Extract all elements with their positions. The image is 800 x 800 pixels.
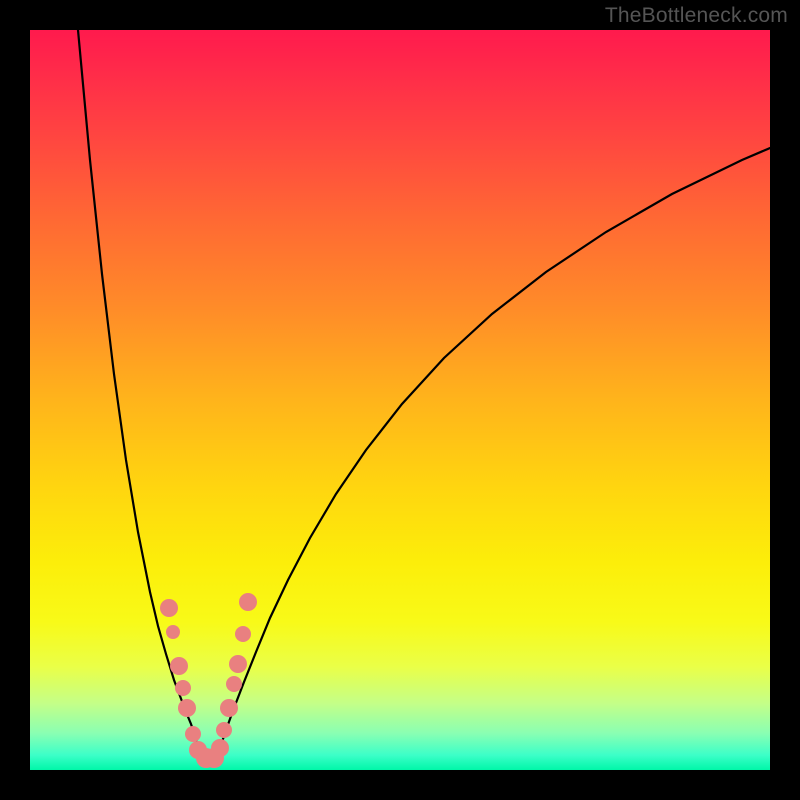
watermark-text: TheBottleneck.com <box>605 4 788 28</box>
right-curve <box>220 148 770 748</box>
chart-frame: TheBottleneck.com <box>0 0 800 800</box>
dot-0 <box>160 599 178 617</box>
dot-14 <box>235 626 251 642</box>
dot-3 <box>175 680 191 696</box>
dot-10 <box>216 722 232 738</box>
plot-area <box>30 30 770 770</box>
dot-1 <box>166 625 180 639</box>
left-curve <box>78 30 198 748</box>
dot-11 <box>220 699 238 717</box>
dot-13 <box>229 655 247 673</box>
curve-layer <box>30 30 770 770</box>
dot-2 <box>170 657 188 675</box>
dot-12 <box>226 676 242 692</box>
dot-4 <box>178 699 196 717</box>
dot-15 <box>239 593 257 611</box>
dot-5 <box>185 726 201 742</box>
dot-9 <box>211 739 229 757</box>
